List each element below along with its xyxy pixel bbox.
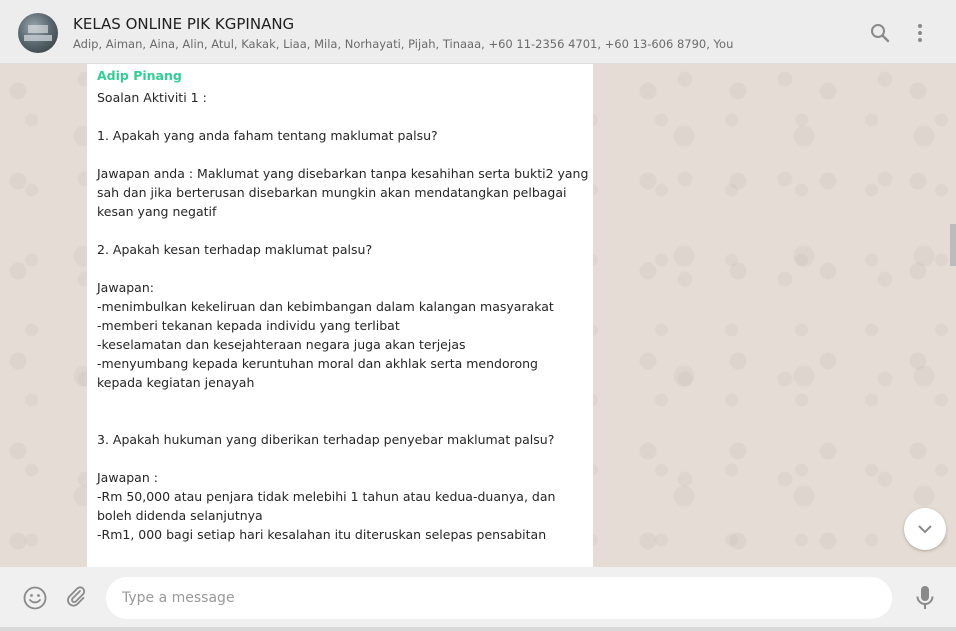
menu-icon[interactable] — [909, 22, 931, 44]
group-avatar[interactable] — [18, 13, 58, 53]
message-line — [97, 544, 583, 563]
mic-icon[interactable] — [915, 585, 935, 611]
message-line: -Rm1, 000 bagi setiap hari kesalahan itu… — [97, 527, 547, 542]
chat-header[interactable]: KELAS ONLINE PIK KGPINANG Adip, Aiman, A… — [0, 0, 956, 64]
message-bubble[interactable]: Adip Pinang Soalan Aktiviti 1 : 1. Apakah… — [87, 64, 593, 567]
message-line: -memberi tekanan kepada individu yang te… — [97, 318, 400, 333]
message-line — [97, 449, 583, 468]
message-input[interactable] — [106, 577, 892, 619]
message-line: Jawapan anda : Maklumat yang disebarkan … — [97, 166, 589, 181]
message-line: -menyumbang kepada keruntuhan moral dan … — [97, 356, 538, 371]
search-icon[interactable] — [869, 22, 891, 44]
message-line: 3. Apakah hukuman yang diberikan terhada… — [97, 432, 555, 447]
attach-icon[interactable] — [64, 585, 88, 609]
group-title[interactable]: KELAS ONLINE PIK KGPINANG — [73, 15, 294, 33]
message-line: Jawapan : — [97, 470, 158, 485]
message-line — [97, 107, 583, 126]
message-line: -Rm 50,000 atau penjara tidak melebihi 1… — [97, 489, 556, 504]
message-line: sah dan jika berterusan disebarkan mungk… — [97, 185, 567, 200]
message-text: Soalan Aktiviti 1 : 1. Apakah yang anda f… — [97, 88, 589, 567]
message-line — [97, 411, 583, 430]
message-line — [97, 145, 583, 164]
message-line — [97, 259, 583, 278]
message-line — [97, 221, 583, 240]
message-line: Soalan Aktiviti 1 : — [97, 90, 207, 105]
chat-panel[interactable]: Adip Pinang Soalan Aktiviti 1 : 1. Apakah… — [0, 64, 956, 567]
chevron-down-icon — [918, 525, 932, 534]
message-line: 1. Apakah yang anda faham tentang maklum… — [97, 128, 438, 143]
message-line: kesan yang negatif — [97, 204, 217, 219]
emoji-icon[interactable] — [23, 586, 47, 610]
scrollbar-thumb[interactable] — [950, 224, 956, 266]
message-line: 2. Apakah kesan terhadap maklumat palsu? — [97, 242, 373, 257]
participants-list: Adip, Aiman, Aina, Alin, Atul, Kakak, Li… — [73, 37, 734, 51]
scroll-down-button[interactable] — [904, 508, 946, 550]
message-line: -keselamatan dan kesejahteraan negara ju… — [97, 337, 466, 352]
message-sender[interactable]: Adip Pinang — [97, 68, 583, 84]
message-line — [97, 392, 583, 411]
composer-bar — [0, 567, 956, 631]
message-line: boleh didenda selanjutnya — [97, 508, 263, 523]
message-line: Jawapan: — [97, 280, 154, 295]
window-bottom-edge — [0, 627, 956, 631]
message-line: kepada kegiatan jenayah — [97, 375, 255, 390]
message-line: -menimbulkan kekeliruan dan kebimbangan … — [97, 299, 554, 314]
